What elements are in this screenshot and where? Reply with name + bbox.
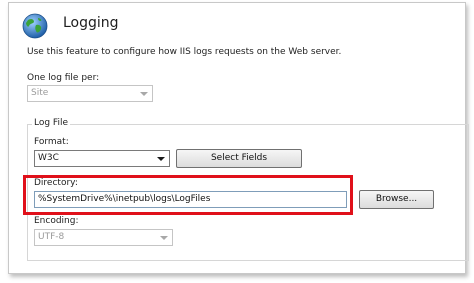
encoding-label: Encoding: — [34, 216, 79, 226]
encoding-dropdown[interactable]: UTF-8 — [34, 229, 173, 246]
directory-input[interactable]: %SystemDrive%\inetpub\logs\LogFiles — [34, 191, 347, 208]
one-log-file-per-value: Site — [31, 88, 49, 98]
logging-panel: Logging Use this feature to configure ho… — [8, 2, 469, 274]
directory-label: Directory: — [34, 178, 78, 188]
log-file-legend: Log File — [32, 118, 70, 128]
one-log-file-per-dropdown[interactable]: Site — [27, 85, 153, 102]
globe-icon — [22, 13, 48, 39]
chevron-down-icon — [157, 157, 165, 161]
encoding-value: UTF-8 — [38, 232, 65, 242]
format-dropdown[interactable]: W3C — [34, 150, 170, 167]
browse-button[interactable]: Browse... — [359, 190, 434, 209]
chevron-down-icon — [140, 92, 148, 96]
format-label: Format: — [34, 137, 69, 147]
page-title: Logging — [63, 15, 119, 31]
one-log-file-per-label: One log file per: — [27, 73, 100, 83]
format-value: W3C — [38, 153, 59, 163]
select-fields-button[interactable]: Select Fields — [176, 149, 302, 168]
page-description: Use this feature to configure how IIS lo… — [27, 47, 342, 57]
chevron-down-icon — [160, 236, 168, 240]
